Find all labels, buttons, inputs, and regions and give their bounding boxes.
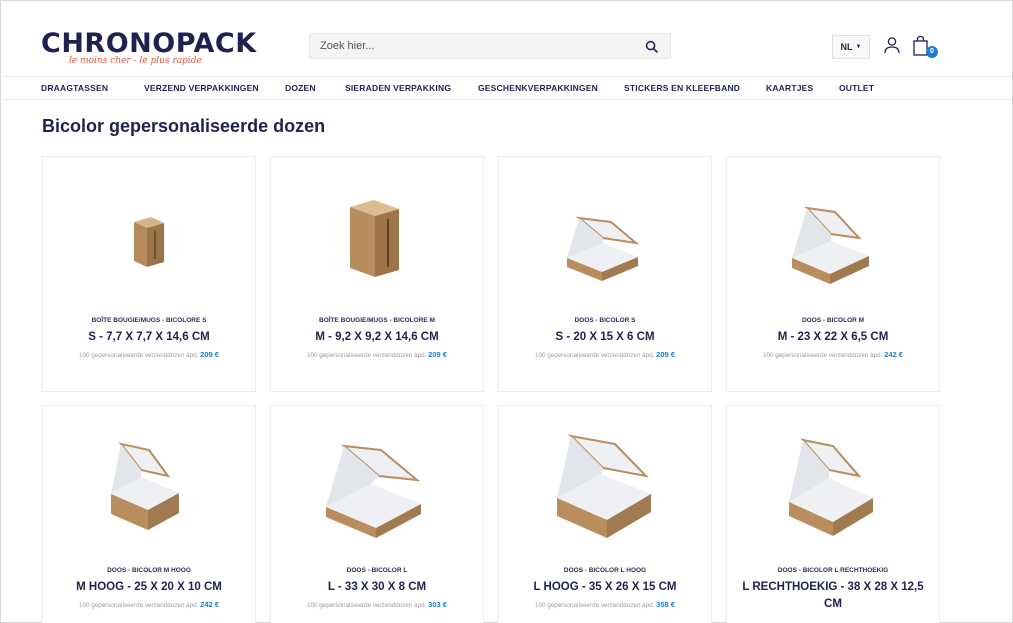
price-prefix: 100 gepersonaliseerde verzenddozen àpd.: [535, 352, 655, 359]
product-card[interactable]: BOÎTE BOUGIE/MUGS - BICOLORE M M - 9,2 X…: [270, 156, 484, 392]
product-card[interactable]: DOOS - BICOLOR L RECHTHOEKIG L RECHTHOEK…: [726, 405, 940, 623]
price-amount: 303 €: [428, 600, 447, 609]
product-category: DOOS - BICOLOR M: [801, 317, 865, 324]
search-icon[interactable]: [645, 40, 658, 53]
product-category: DOOS - BICOLOR M HOOG: [107, 567, 191, 574]
product-image[interactable]: [727, 165, 939, 305]
user-account-icon[interactable]: [883, 36, 901, 56]
chronopack-logo[interactable]: CHRONOPACK le moins cher - le plus rapid…: [41, 28, 257, 67]
product-price: 100 gepersonaliseerde verzenddozen àpd. …: [727, 350, 939, 359]
search-input[interactable]: [310, 34, 630, 58]
product-image[interactable]: [271, 165, 483, 305]
price-prefix: 100 gepersonaliseerde verzenddozen àpd.: [535, 602, 655, 609]
product-card[interactable]: DOOS - BICOLOR S S - 20 X 15 X 6 CM 100 …: [498, 156, 712, 392]
product-category: DOOS - BICOLOR L RECHTHOEKIG: [777, 567, 889, 574]
product-price: 100 gepersonaliseerde verzenddozen àpd. …: [271, 600, 483, 609]
product-image[interactable]: [43, 165, 255, 305]
product-card[interactable]: DOOS - BICOLOR M HOOG M HOOG - 25 X 20 X…: [42, 405, 256, 623]
product-category: DOOS - BICOLOR S: [574, 317, 636, 324]
price-amount: 209 €: [428, 350, 447, 359]
price-prefix: 100 gepersonaliseerde verzenddozen àpd.: [763, 352, 883, 359]
product-category: BOÎTE BOUGIE/MUGS - BICOLORE M: [319, 317, 435, 324]
price-amount: 358 €: [656, 600, 675, 609]
product-image[interactable]: [727, 414, 939, 554]
nav-item-sieraden-verpakking[interactable]: SIERADEN VERPAKKING: [345, 83, 451, 93]
nav-item-outlet[interactable]: OUTLET: [839, 83, 874, 93]
product-price: 100 gepersonaliseerde verzenddozen àpd. …: [43, 600, 255, 609]
logo-wordmark: CHRONOPACK: [41, 28, 257, 59]
product-name[interactable]: L HOOG - 35 X 26 X 15 CM: [505, 579, 705, 596]
page-title: Bicolor gepersonaliseerde dozen: [42, 116, 326, 136]
product-image[interactable]: [499, 165, 711, 305]
product-image[interactable]: [499, 414, 711, 554]
product-card[interactable]: BOÎTE BOUGIE/MUGS - BICOLORE S S - 7,7 X…: [42, 156, 256, 392]
nav-item-verzend-verpakkingen[interactable]: VERZEND VERPAKKINGEN: [144, 83, 259, 93]
price-prefix: 100 gepersonaliseerde verzenddozen àpd.: [79, 602, 199, 609]
nav-item-draagtassen[interactable]: DRAAGTASSEN: [41, 83, 108, 93]
price-prefix: 100 gepersonaliseerde verzenddozen àpd.: [79, 352, 199, 359]
search-bar: [309, 33, 671, 59]
price-amount: 242 €: [200, 600, 219, 609]
price-prefix: 100 gepersonaliseerde verzenddozen àpd.: [307, 602, 427, 609]
chevron-down-icon: ▼: [855, 44, 862, 50]
price-amount: 209 €: [656, 350, 675, 359]
nav-item-dozen[interactable]: DOZEN: [285, 83, 316, 93]
main-navigation: DRAAGTASSEN VERZEND VERPAKKINGEN DOZEN S…: [0, 76, 1011, 100]
product-name[interactable]: S - 20 X 15 X 6 CM: [505, 329, 705, 346]
nav-item-kaartjes[interactable]: KAARTJES: [766, 83, 813, 93]
language-label: NL: [840, 42, 853, 52]
language-selector[interactable]: NL ▼: [832, 35, 870, 59]
product-name[interactable]: M HOOG - 25 X 20 X 10 CM: [49, 579, 249, 596]
product-category: BOÎTE BOUGIE/MUGS - BICOLORE S: [91, 317, 207, 324]
product-category: DOOS - BICOLOR L HOOG: [563, 567, 647, 574]
product-price: 100 gepersonaliseerde verzenddozen àpd. …: [271, 350, 483, 359]
nav-item-stickers-en-kleefband[interactable]: STICKERS EN KLEEFBAND: [624, 83, 740, 93]
product-name[interactable]: L RECHTHOEKIG - 38 X 28 X 12,5 CM: [733, 579, 933, 613]
cart-button[interactable]: 0: [912, 35, 938, 59]
price-prefix: 100 gepersonaliseerde verzenddozen àpd.: [307, 352, 427, 359]
product-name[interactable]: M - 23 X 22 X 6,5 CM: [733, 329, 933, 346]
cart-count-badge: 0: [926, 46, 938, 58]
product-price: 100 gepersonaliseerde verzenddozen àpd. …: [499, 350, 711, 359]
product-card[interactable]: DOOS - BICOLOR L HOOG L HOOG - 35 X 26 X…: [498, 405, 712, 623]
product-image[interactable]: [43, 414, 255, 554]
product-card[interactable]: DOOS - BICOLOR L L - 33 X 30 X 8 CM 100 …: [270, 405, 484, 623]
product-card[interactable]: DOOS - BICOLOR M M - 23 X 22 X 6,5 CM 10…: [726, 156, 940, 392]
product-name[interactable]: S - 7,7 X 7,7 X 14,6 CM: [49, 329, 249, 346]
product-price: 100 gepersonaliseerde verzenddozen àpd. …: [499, 600, 711, 609]
product-name[interactable]: M - 9,2 X 9,2 X 14,6 CM: [277, 329, 477, 346]
product-price: 100 gepersonaliseerde verzenddozen àpd. …: [43, 350, 255, 359]
price-amount: 209 €: [200, 350, 219, 359]
product-image[interactable]: [271, 414, 483, 554]
price-amount: 242 €: [884, 350, 903, 359]
product-name[interactable]: L - 33 X 30 X 8 CM: [277, 579, 477, 596]
nav-item-geschenkverpakkingen[interactable]: GESCHENKVERPAKKINGEN: [478, 83, 598, 93]
product-category: DOOS - BICOLOR L: [346, 567, 408, 574]
